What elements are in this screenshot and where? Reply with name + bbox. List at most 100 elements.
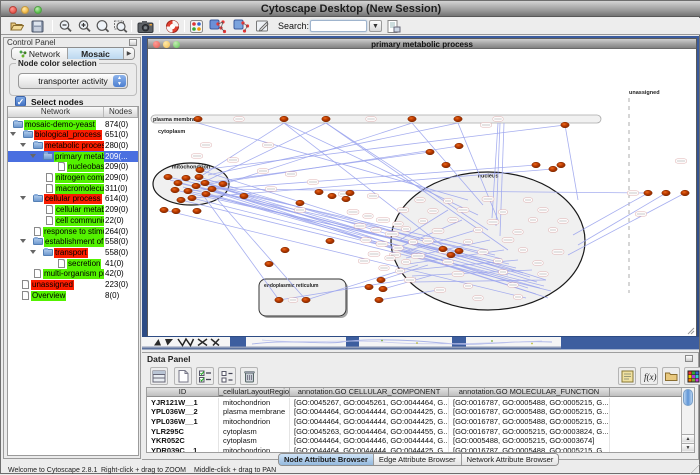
table-cell: YJR121W__1 [147,398,219,408]
save-icon[interactable] [30,19,45,34]
tab-mosaic[interactable]: Mosaic [68,48,123,59]
tree-row-cell-communication[interactable]: cell communication22(0) [8,215,138,226]
table-cell: [GO:0044464, GO:0044444, GO:0044425, G..… [290,417,449,427]
network-canvas[interactable]: plasma membranecytoplasmmitochondrionnuc… [148,50,696,336]
tree-row-label: mosaic-demo-yeast [24,120,96,130]
tree-row-label: macromolecule me [55,184,104,194]
window-resize-grip[interactable] [690,464,700,474]
filter-network-icon[interactable] [233,19,251,34]
tree-row-count: 311(0) [105,184,128,194]
tab-network[interactable]: Network [12,48,68,59]
table-row[interactable]: YPL036W__1mitochondrion[GO:0044464, GO:0… [147,417,682,427]
tree-row-label: multi-organism proc [43,269,104,279]
network-node [265,261,273,267]
zoom-fit-icon[interactable] [95,19,110,34]
tree-row-transport[interactable]: transport558(0) [8,247,138,258]
tree-row-primary-metabolic-p[interactable]: primary metabolic p209(... [8,151,138,162]
window-titlebar[interactable]: Cytoscape Desktop (New Session) [1,1,700,17]
table-column-header[interactable]: annotation.GO MOLECULAR_FUNCTION [449,388,610,396]
network-view-window: primary metabolic process plasma membran… [147,38,697,336]
network-node [177,197,185,203]
table-row[interactable]: YPL036W__2plasma membrane[GO:0044464, GO… [147,407,682,417]
tree-row-secretion[interactable]: secretion41(0) [8,258,138,269]
snapshot-icon[interactable] [137,19,154,34]
table-row[interactable]: YJR121W__1mitochondrion[GO:0045267, GO:0… [147,398,682,408]
tree-row-count: 614(0) [105,194,128,204]
search-config-icon[interactable] [386,19,401,34]
tree-row-label: secretion [67,259,101,269]
network-edge [208,123,458,175]
network-view-titlebar[interactable]: primary metabolic process [148,39,696,49]
network-node [561,122,569,128]
open-file-icon[interactable] [9,19,24,34]
tree-row-mosaic-demo-yeast[interactable]: mosaic-demo-yeast874(0) [8,119,138,130]
formula-button[interactable]: f(x) [640,367,658,385]
tree-row-multi-organism-proc[interactable]: multi-organism proc42(0) [8,269,138,280]
search-input[interactable] [310,20,367,32]
tree-row-metabolic-process[interactable]: metabolic process280(0) [8,140,138,151]
network-node [172,208,180,214]
tree-row-biological-process[interactable]: biological_process651(0) [8,130,138,141]
tree-row-unassigned[interactable]: unassigned223(0) [8,280,138,291]
annotation-icon[interactable] [255,19,270,34]
import-attributes-button[interactable] [662,367,680,385]
unchecklist-icon [220,369,235,384]
vizmapper-icon[interactable] [209,19,227,34]
tree-row-overview[interactable]: Overview8(0) [8,290,138,301]
network-node [184,188,192,194]
new-attribute-button[interactable] [174,367,192,385]
zoom-in-icon[interactable] [77,19,92,34]
data-panel-float-icon[interactable] [685,355,693,362]
network-node [322,116,330,122]
zoom-out-icon[interactable] [58,19,73,34]
tree-header-network[interactable]: Network [8,107,104,117]
tree-row-cellular-process[interactable]: cellular process614(0) [8,194,138,205]
network-desktop: primary metabolic process plasma membran… [142,36,699,352]
network-node [315,189,323,195]
delete-attribute-button[interactable] [240,367,258,385]
tree-row-macromolecule-me[interactable]: macromolecule me311(0) [8,183,138,194]
table-cell: [GO:0044464, GO:0044446, GO:0044444, G..… [290,436,449,446]
application-window: Cytoscape Desktop (New Session) Search: … [0,0,700,474]
scroll-up-button[interactable]: ▲ [682,434,694,442]
trash-icon [242,369,257,384]
table-column-header[interactable]: _cellularLayoutRegion [219,388,290,396]
matrix-button[interactable] [684,367,700,385]
help-icon[interactable] [165,19,180,34]
tree-row-cellular-metabolic-p[interactable]: cellular metabolic p209(0) [8,205,138,216]
checklist-icon [198,369,213,384]
table-column-header[interactable]: annotation.GO CELLULAR_COMPONENT [290,388,449,396]
table-cell: [GO:0044464, GO:0044444, GO:0044425, G..… [290,446,449,453]
table-row[interactable]: YDR039C__1mitochondrion[GO:0044464, GO:0… [147,446,682,453]
table-row[interactable]: YLR295Ccytoplasm[GO:0045263, GO:0044464,… [147,427,682,437]
tree-row-nucleobase-contain[interactable]: nucleobase-contain209(0) [8,162,138,173]
network-node [439,246,447,252]
unselect-all-attributes-button[interactable] [218,367,236,385]
region-nucleus [391,172,585,310]
network-node [326,238,334,244]
table-scrollbar[interactable]: ▲ ▼ [681,388,694,452]
network-node [442,162,450,168]
tree-header-nodes[interactable]: Nodes [104,107,138,117]
node-color-combobox[interactable]: transporter activity ▲▼ [18,73,128,89]
scroll-down-button[interactable]: ▼ [682,443,694,451]
desktop-artifact-strip [142,337,699,352]
tabs-overflow-arrow[interactable]: ▶ [123,48,134,59]
tree-row-establishment-of-loc[interactable]: establishment of loc558(0) [8,237,138,248]
table-cell: [GO:0016787, GO:0005215, GO:0003824, G..… [449,427,610,437]
control-panel-float-icon[interactable] [129,39,137,46]
scrollbar-thumb[interactable] [683,389,693,406]
zoom-selected-icon[interactable] [113,19,128,34]
search-options-dropdown[interactable]: ▼ [369,20,382,32]
tree-row-response-to-stimulus[interactable]: response to stimulus264(0) [8,226,138,237]
graphics-details-icon[interactable] [189,19,204,34]
table-row[interactable]: YKR052Ccytoplasm[GO:0044464, GO:0044446,… [147,436,682,446]
table-column-header[interactable]: ID [147,388,219,396]
search-label: Search: [278,21,309,31]
attribute-select-button[interactable] [150,367,168,385]
region-label-cytoplasm: cytoplasm [158,129,185,135]
notes-button[interactable] [618,367,636,385]
tree-row-count: 264(0) [105,227,128,237]
tree-row-nitrogen-compound[interactable]: nitrogen compound209(0) [8,173,138,184]
select-all-attributes-button[interactable] [196,367,214,385]
